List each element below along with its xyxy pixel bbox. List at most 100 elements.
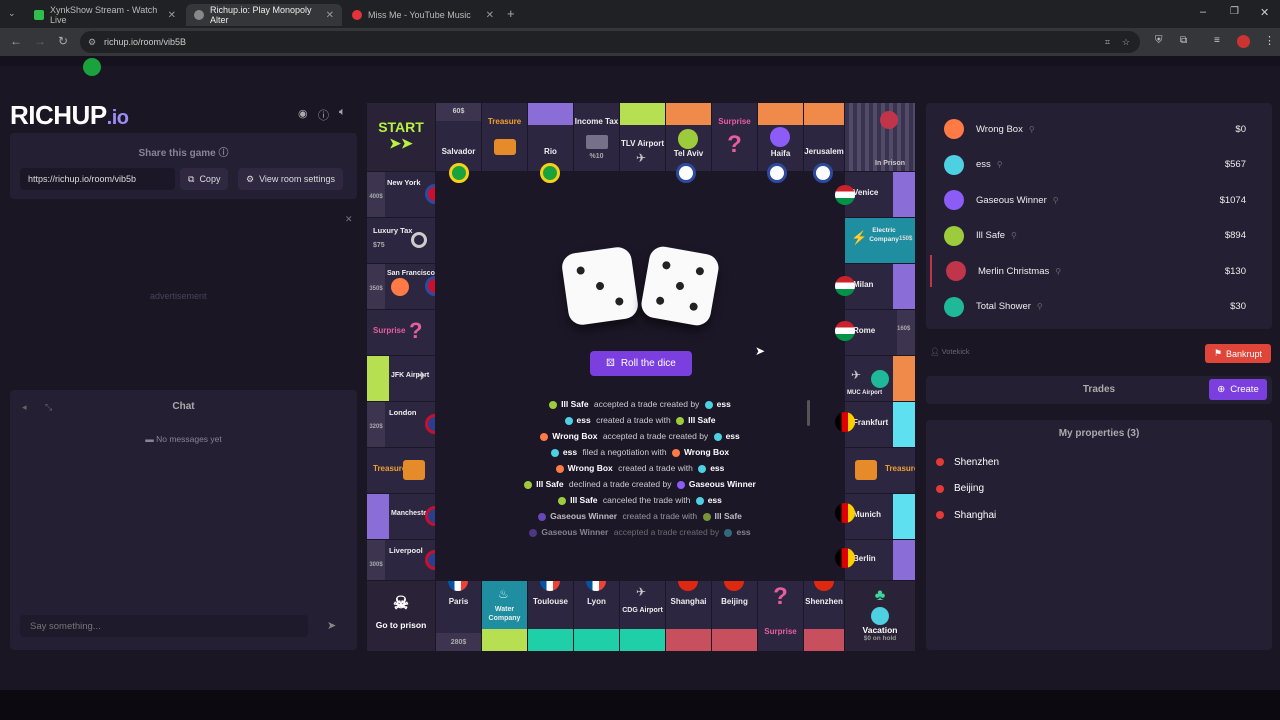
create-trade-button[interactable]: ⊕ Create: [1209, 379, 1267, 400]
player-row[interactable]: Gaseous Winner ⚲ $1074: [930, 184, 1260, 216]
tile-munich[interactable]: Munich: [845, 494, 915, 539]
log-target: Ill Safe: [688, 415, 716, 425]
browser-tab-xynkshow[interactable]: XynkShow Stream - Watch Live ✕: [26, 4, 184, 26]
site-info-icon[interactable]: ⚙: [88, 37, 96, 48]
logo-suffix: .io: [106, 107, 129, 129]
close-tab-icon[interactable]: ✕: [486, 10, 494, 21]
close-ad-icon[interactable]: ✕: [345, 214, 353, 225]
richup-logo[interactable]: RICHUP.io: [10, 100, 129, 131]
tile-electric-company[interactable]: ⚡ Electric Company 150$: [845, 218, 915, 263]
flag-icon: ⚑: [1213, 348, 1223, 358]
url-input[interactable]: ⚙ richup.io/room/vib5B ⌗ ☆: [80, 31, 1140, 53]
tile-new-york[interactable]: New York 400$: [367, 172, 435, 217]
tile-berlin[interactable]: Berlin: [845, 540, 915, 580]
tile-shenzhen[interactable]: Shenzhen: [804, 581, 844, 651]
log-actor: Ill Safe: [570, 495, 598, 505]
help-icon[interactable]: ⓘ: [318, 107, 329, 123]
bookmark-star-icon[interactable]: ☆: [1122, 37, 1130, 48]
tile-water-company[interactable]: ♨ Water Company: [482, 581, 527, 651]
player-row[interactable]: ess ⚲ $567: [930, 149, 1260, 181]
tile-muc-airport[interactable]: ✈ MUC Airport: [845, 356, 915, 401]
log-scrollbar[interactable]: [807, 400, 810, 426]
tile-venice[interactable]: Venice: [845, 172, 915, 217]
roll-dice-button[interactable]: ⚄ Roll the dice: [590, 351, 692, 376]
tile-label: San Francisco: [387, 270, 435, 277]
tile-surprise-top[interactable]: Surprise ?: [712, 103, 757, 171]
property-item[interactable]: Shanghai: [930, 503, 1260, 527]
tile-income-tax[interactable]: Income Tax %10: [574, 103, 619, 171]
forward-icon[interactable]: →: [34, 34, 46, 48]
player-status-icon: ⚲: [1028, 124, 1035, 134]
tile-tlv-airport[interactable]: TLV Airport ✈: [620, 103, 665, 171]
tile-treasure-top[interactable]: Treasure: [482, 103, 527, 171]
player-status-icon: ⚲: [1036, 302, 1043, 311]
tile-lyon[interactable]: Lyon: [574, 581, 619, 651]
sound-icon[interactable]: 🔈︎: [339, 106, 346, 119]
translate-icon[interactable]: ⌗: [1105, 37, 1110, 48]
tab-search-icon[interactable]: ⌄: [8, 8, 16, 19]
media-control-icon[interactable]: ≡: [1214, 35, 1220, 46]
tile-london[interactable]: London 320$: [367, 402, 435, 447]
tile-treasure-left[interactable]: Treasure: [367, 448, 435, 493]
copy-button[interactable]: ⧉ Copy: [180, 168, 229, 190]
tile-san-francisco[interactable]: San Francisco 350$: [367, 264, 435, 309]
xynkshow-favicon-icon: [34, 10, 44, 20]
property-item[interactable]: Beijing: [930, 477, 1260, 501]
info-icon[interactable]: ⓘ: [219, 148, 229, 159]
tile-surprise-left[interactable]: Surprise ?: [367, 310, 435, 355]
send-icon[interactable]: ➤: [327, 619, 336, 632]
player-row[interactable]: Ill Safe ⚲ $894: [930, 220, 1260, 252]
tile-surprise-bottom[interactable]: ? Surprise: [758, 581, 803, 651]
minimize-icon[interactable]: –: [1200, 6, 1206, 18]
chat-input[interactable]: [20, 615, 308, 637]
browser-tab-richup[interactable]: Richup.io: Play Monopoly Alter ✕: [186, 4, 342, 26]
tile-jerusalem[interactable]: Jerusalem: [804, 103, 844, 171]
player-status-icon: ⚲: [1011, 231, 1017, 240]
extensions-icon[interactable]: ⧉: [1180, 35, 1187, 46]
tile-shanghai[interactable]: Shanghai: [666, 581, 711, 651]
tile-salvador[interactable]: 60$ Salvador: [83, 58, 481, 171]
tile-paris[interactable]: Paris 280$: [436, 581, 481, 651]
player-row[interactable]: Merlin Christmas ⚲ $130: [930, 255, 1260, 287]
votekick-button[interactable]: 👤︎ Votekick: [930, 347, 970, 356]
share-url-field[interactable]: https://richup.io/room/vib5b: [20, 168, 175, 190]
new-tab-icon[interactable]: +: [507, 6, 515, 21]
property-item[interactable]: Shenzhen: [930, 450, 1260, 474]
reload-icon[interactable]: ↻: [58, 34, 68, 48]
tile-liverpool[interactable]: Liverpool 300$: [367, 540, 435, 580]
tile-haifa[interactable]: Haifa: [758, 103, 803, 171]
player-row[interactable]: Total Shower ⚲ $30: [930, 291, 1260, 323]
close-tab-icon[interactable]: ✕: [168, 10, 176, 21]
tile-milan[interactable]: Milan: [845, 264, 915, 309]
player-row[interactable]: Wrong Box ⚲ $0: [930, 113, 1260, 145]
italy-flag-icon: [835, 321, 855, 341]
player-dot: [524, 480, 533, 489]
tile-beijing[interactable]: Beijing: [712, 581, 757, 651]
close-window-icon[interactable]: ✕: [1260, 6, 1269, 19]
bankrupt-button[interactable]: ⚑ Bankrupt: [1205, 344, 1271, 363]
question-mark-icon: ?: [727, 131, 742, 158]
germany-flag-icon: [835, 548, 855, 568]
discord-icon[interactable]: ◉: [298, 107, 308, 120]
back-icon[interactable]: ←: [10, 34, 22, 48]
maximize-icon[interactable]: ❐: [1230, 6, 1239, 17]
close-tab-icon[interactable]: ✕: [326, 10, 334, 21]
log-actor: ess: [576, 415, 591, 425]
tile-rome[interactable]: Rome 160$: [845, 310, 915, 355]
profile-avatar[interactable]: [1237, 35, 1250, 48]
room-settings-button[interactable]: ⚙ View room settings: [238, 168, 343, 190]
shield-extension-icon[interactable]: ⛨: [1155, 35, 1163, 46]
tile-treasure-right[interactable]: Treasure: [845, 448, 915, 493]
browser-menu-icon[interactable]: ⋮: [1264, 34, 1275, 47]
tile-jfk-airport[interactable]: JFK Airport ✈: [367, 356, 435, 401]
browser-tab-youtube-music[interactable]: Miss Me - YouTube Music ✕: [344, 4, 502, 26]
tile-manchester[interactable]: Manchester: [367, 494, 435, 539]
tile-cdg-airport[interactable]: ✈ CDG Airport: [620, 581, 665, 651]
tile-tel-aviv[interactable]: Tel Aviv: [666, 103, 711, 171]
start-arrow-icon: ➤➤: [389, 135, 413, 151]
tile-toulouse[interactable]: Toulouse: [528, 581, 573, 651]
tile-luxury-tax[interactable]: Luxury Tax $75: [367, 218, 435, 263]
tile-frankfurt[interactable]: Frankfurt: [845, 402, 915, 447]
tile-rio[interactable]: Rio: [528, 103, 573, 171]
faucet-icon: ♨: [498, 587, 509, 601]
